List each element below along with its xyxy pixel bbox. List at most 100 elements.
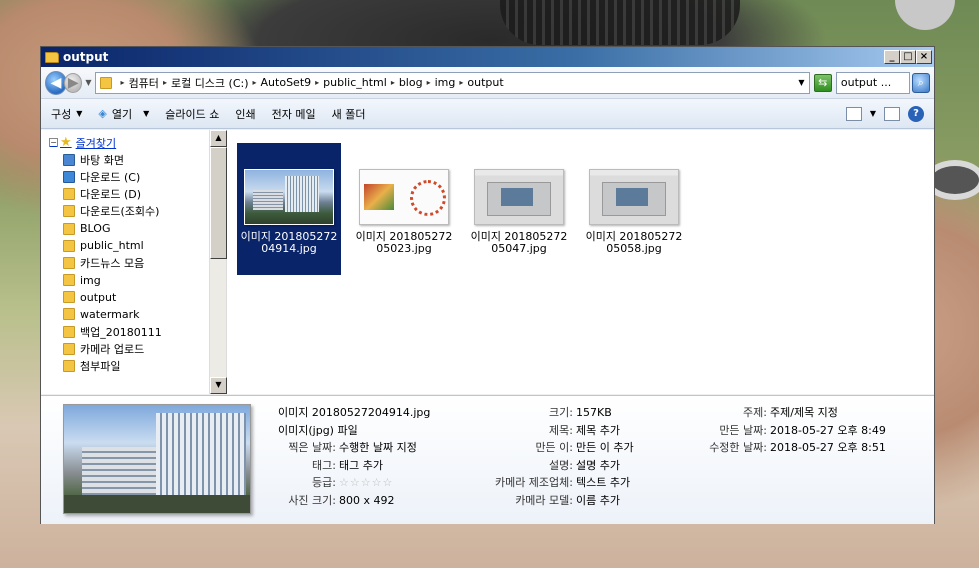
nav-item[interactable]: 다운로드 (D) (63, 186, 226, 203)
scroll-up-button[interactable]: ▲ (210, 130, 227, 147)
file-view[interactable]: 이미지 20180527204914.jpg 이미지 20180527205023… (227, 130, 934, 394)
preview-pane-icon[interactable] (884, 106, 900, 121)
search-input[interactable]: output ... (835, 71, 910, 94)
chevron-right-icon[interactable]: ▸ (121, 78, 125, 87)
explorer-window: output _ □ × ◀ ▶ ▼ ▸ 컴퓨터 ▸ 로컬 디스크 (C:) ▸… (40, 46, 935, 524)
nav-item[interactable]: BLOG (63, 220, 226, 237)
nav-item[interactable]: public_html (63, 237, 226, 254)
nav-item[interactable]: watermark (63, 306, 226, 323)
new-folder-button[interactable]: 새 폴더 (332, 106, 366, 122)
breadcrumb-output[interactable]: output (467, 76, 503, 89)
address-dropdown-button[interactable]: ▼ (798, 78, 804, 87)
detail-key: 만든 날짜: (719, 423, 767, 437)
nav-item-label: 다운로드(조회수) (80, 205, 160, 219)
forward-button[interactable]: ▶ (64, 72, 83, 93)
chevron-right-icon[interactable]: ▸ (391, 78, 395, 87)
address-bar[interactable]: ▸ 컴퓨터 ▸ 로컬 디스크 (C:) ▸ AutoSet9 ▸ public_… (94, 71, 810, 94)
breadcrumb-img[interactable]: img (435, 76, 456, 89)
chevron-down-icon[interactable]: ▼ (870, 109, 876, 118)
collapse-toggle-icon[interactable]: − (49, 138, 58, 148)
help-icon[interactable]: ? (908, 105, 924, 122)
detail-value[interactable]: 태그 추가 (336, 457, 383, 475)
detail-value[interactable]: 설명 추가 (573, 457, 620, 475)
detail-row: 수정한 날짜: 2018-05-27 오후 8:51 (701, 439, 886, 457)
chevron-right-icon[interactable]: ▸ (459, 78, 463, 87)
file-item[interactable]: 이미지 20180527205058.jpg (582, 143, 686, 275)
detail-value[interactable]: 주제/제목 지정 (767, 404, 838, 422)
chevron-down-icon: ▼ (76, 109, 83, 118)
detail-row: 크기: 157KB (475, 404, 634, 422)
file-item[interactable]: 이미지 20180527204914.jpg (237, 143, 341, 275)
detail-value[interactable]: 수행한 날짜 지정 (336, 439, 417, 457)
maximize-button[interactable]: □ (900, 50, 916, 64)
detail-value[interactable]: 이름 추가 (573, 492, 620, 510)
open-button[interactable]: ◈ 열기 ▼ (98, 106, 149, 122)
file-item[interactable]: 이미지 20180527205047.jpg (467, 143, 571, 275)
refresh-icon: ⇆ (818, 75, 828, 89)
detail-key: 주제: (743, 406, 767, 419)
view-options-icon[interactable] (845, 106, 862, 121)
detail-value[interactable]: 157KB (573, 404, 612, 422)
nav-item[interactable]: 카드뉴스 모음 (63, 254, 226, 271)
chevron-right-icon[interactable]: ▸ (427, 78, 431, 87)
detail-value[interactable]: 2018-05-27 오후 8:51 (767, 439, 886, 457)
chevron-right-icon[interactable]: ▸ (315, 78, 319, 87)
nav-item[interactable]: 백업_20180111 (63, 323, 226, 340)
detail-value[interactable]: 이미지(jpg) 파일 (278, 422, 358, 440)
nav-item[interactable]: 다운로드 (C) (63, 168, 226, 185)
refresh-button[interactable]: ⇆ (813, 73, 832, 92)
nav-item-label: 바탕 화면 (80, 153, 124, 167)
scroll-thumb[interactable] (210, 147, 227, 259)
details-column-3: 주제: 주제/제목 지정 만든 날짜: 2018-05-27 오후 8:49 수정한 날… (701, 404, 886, 457)
recent-pages-dropdown[interactable]: ▼ (85, 78, 91, 87)
organize-button[interactable]: 구성 ▼ (51, 106, 82, 122)
folder-icon (99, 76, 112, 89)
breadcrumb-public-html[interactable]: public_html (323, 76, 387, 89)
print-button[interactable]: 인쇄 (235, 106, 255, 122)
breadcrumb-local-disk[interactable]: 로컬 디스크 (C:) (171, 75, 249, 91)
chevron-right-icon[interactable]: ▸ (253, 78, 257, 87)
nav-favorites[interactable]: − ★ 즐겨찾기 (49, 134, 226, 151)
nav-item-label: watermark (80, 307, 140, 321)
breadcrumb-blog[interactable]: blog (399, 76, 423, 89)
nav-scrollbar[interactable]: ▲ ▼ (209, 130, 227, 394)
folder-icon (45, 51, 59, 63)
nav-item[interactable]: img (63, 272, 226, 289)
rating-stars-icon[interactable]: ☆☆☆☆☆ (336, 474, 393, 492)
detail-row: 사진 크기: 800 x 492 (278, 492, 430, 510)
file-thumbnail (589, 169, 679, 225)
detail-value[interactable]: 만든 이 추가 (573, 439, 634, 457)
window-controls: _ □ × (884, 50, 932, 64)
detail-value[interactable]: 2018-05-27 오후 8:49 (767, 422, 886, 440)
detail-value[interactable]: 800 x 492 (336, 492, 395, 510)
detail-row: 이미지(jpg) 파일 (278, 422, 430, 440)
navigation-pane: − ★ 즐겨찾기 바탕 화면 다운로드 (C) 다운로드 (D) 다운로드(조회수) B… (41, 130, 227, 394)
breadcrumb-computer[interactable]: 컴퓨터 (129, 75, 159, 91)
detail-row: 등급: ☆☆☆☆☆ (278, 474, 430, 492)
title-bar[interactable]: output _ □ × (41, 47, 934, 67)
detail-value[interactable]: 제목 추가 (573, 422, 620, 440)
breadcrumb-autoset9[interactable]: AutoSet9 (261, 76, 312, 89)
scroll-down-button[interactable]: ▼ (210, 377, 227, 394)
detail-value[interactable]: 텍스트 추가 (573, 474, 630, 492)
main-area: − ★ 즐겨찾기 바탕 화면 다운로드 (C) 다운로드 (D) 다운로드(조회수) B… (41, 130, 934, 394)
minimize-button[interactable]: _ (884, 50, 900, 64)
nav-item[interactable]: 첨부파일 (63, 357, 226, 374)
close-button[interactable]: × (916, 50, 932, 64)
search-button[interactable]: ⌕ (911, 72, 930, 93)
detail-row: 주제: 주제/제목 지정 (701, 404, 886, 422)
chevron-right-icon[interactable]: ▸ (163, 78, 167, 87)
nav-item-label: 다운로드 (D) (80, 188, 142, 202)
background-camera-lens (500, 0, 740, 45)
email-button[interactable]: 전자 메일 (272, 106, 316, 122)
detail-key: 찍은 날짜: (288, 441, 336, 454)
nav-item[interactable]: 다운로드(조회수) (63, 203, 226, 220)
nav-item[interactable]: output (63, 289, 226, 306)
slideshow-button[interactable]: 슬라이드 쇼 (165, 106, 219, 122)
address-bar-row: ◀ ▶ ▼ ▸ 컴퓨터 ▸ 로컬 디스크 (C:) ▸ AutoSet9 ▸ p… (41, 67, 934, 99)
nav-item[interactable]: 카메라 업로드 (63, 340, 226, 357)
desktop-icon (63, 153, 75, 166)
file-item[interactable]: 이미지 20180527205023.jpg (352, 143, 456, 275)
nav-item-label: public_html (80, 239, 144, 253)
nav-item[interactable]: 바탕 화면 (63, 151, 226, 168)
